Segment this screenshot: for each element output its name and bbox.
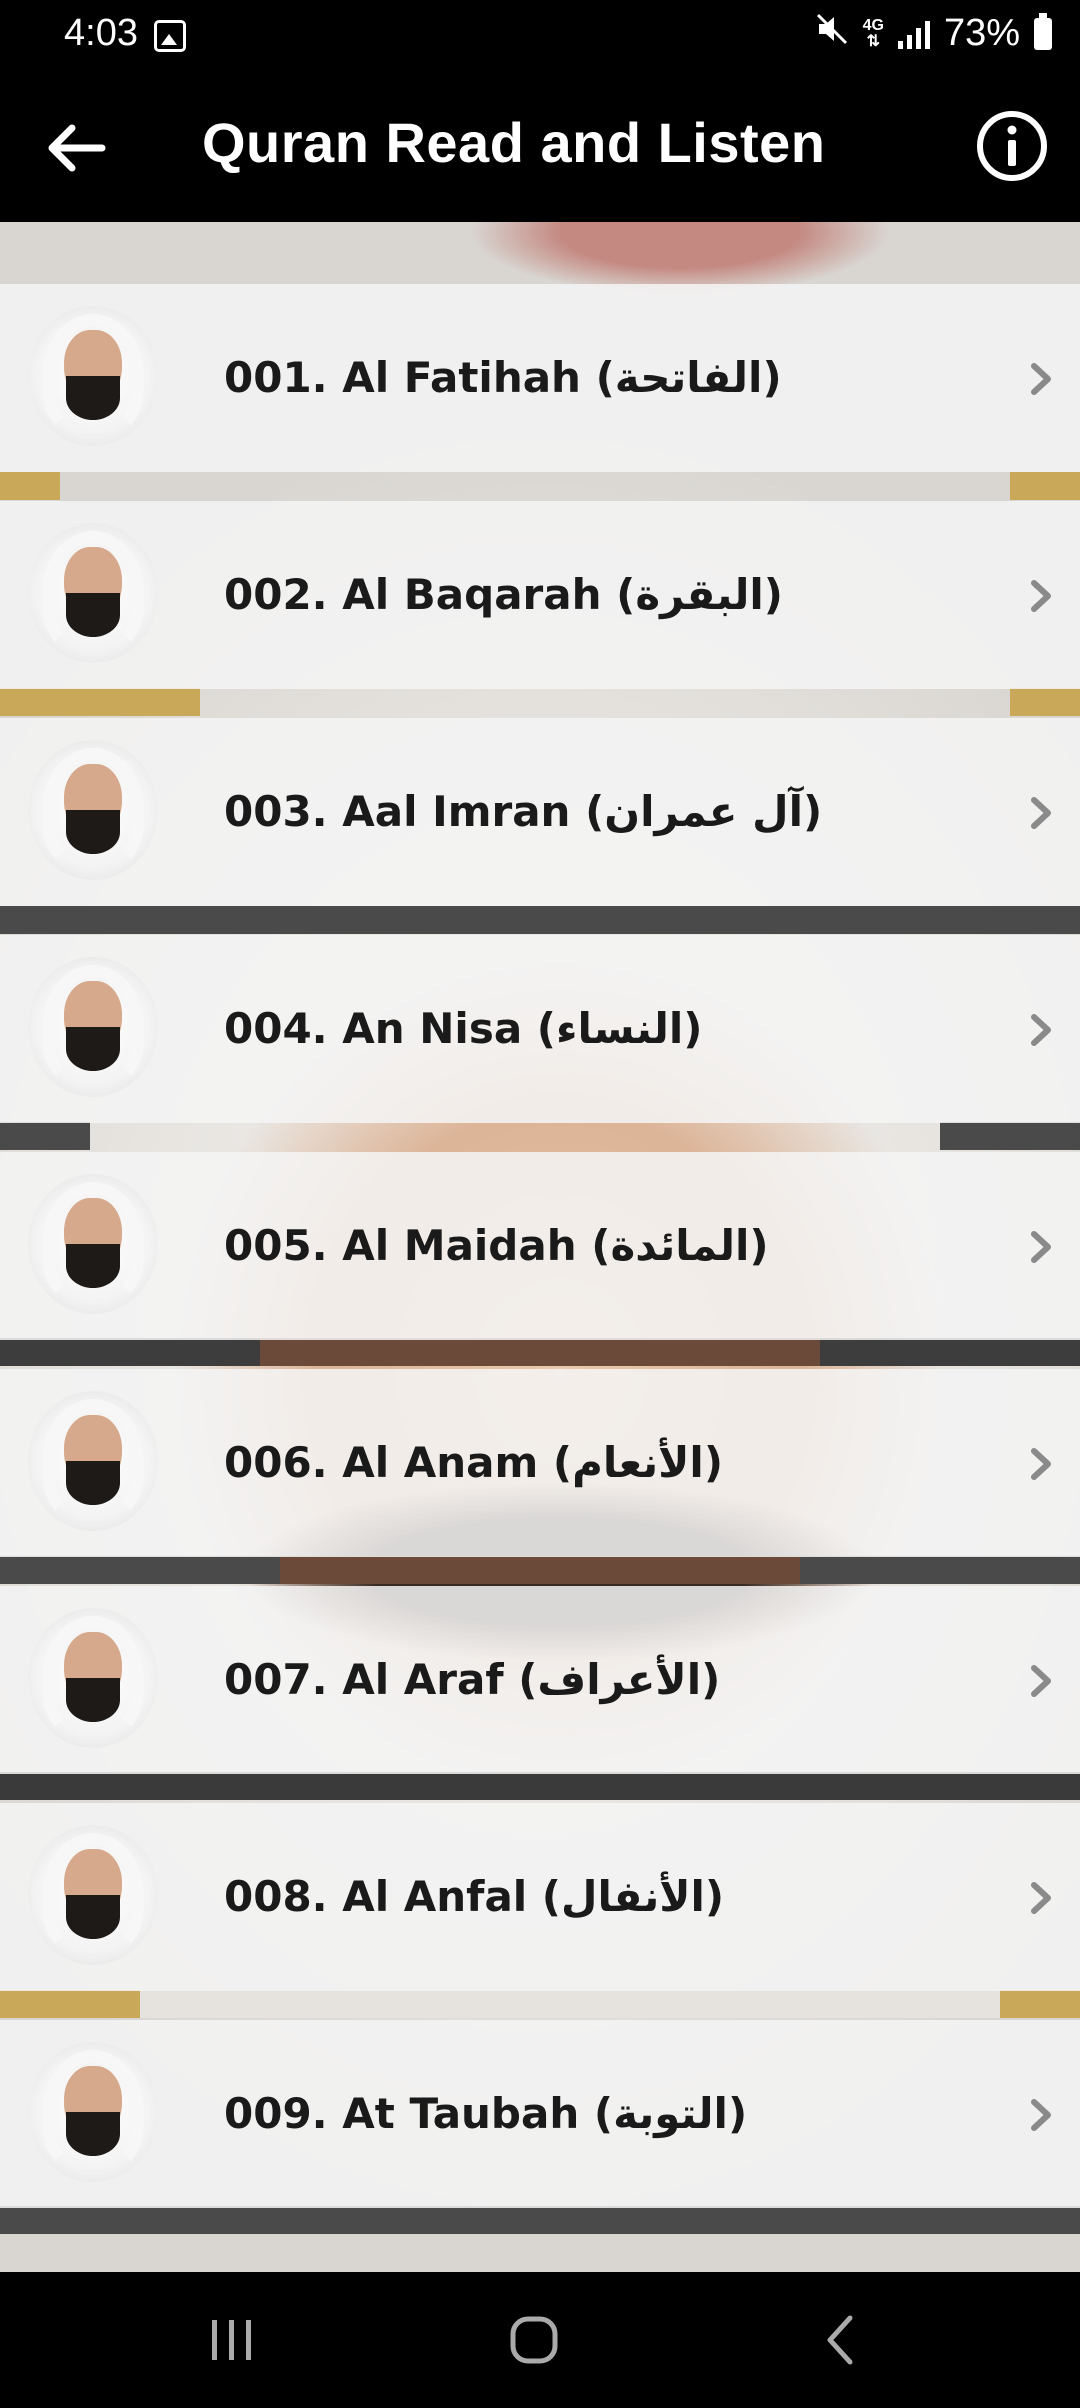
status-indicators: 4G ⇅ 73%: [815, 12, 1052, 55]
system-nav-bar: [0, 2272, 1080, 2408]
surah-list-item[interactable]: 005. Al Maidah (المائدة): [0, 1152, 1080, 1340]
chevron-right-icon: [1024, 577, 1058, 615]
surah-list-item[interactable]: 009. At Taubah (التوبة): [0, 2020, 1080, 2208]
reciter-avatar: [28, 957, 158, 1097]
home-button[interactable]: [494, 2308, 574, 2372]
page-title: Quran Read and Listen: [202, 111, 826, 174]
reciter-avatar: [28, 2042, 158, 2182]
surah-label: 006. Al Anam (الأنعام): [224, 1438, 724, 1487]
chevron-right-icon: [1024, 2096, 1058, 2134]
recent-apps-button[interactable]: [192, 2308, 272, 2372]
reciter-avatar: [28, 1825, 158, 1965]
surah-label: 005. Al Maidah (المائدة): [224, 1221, 769, 1270]
app-bar: Quran Read and Listen: [0, 72, 1080, 222]
chevron-right-icon: [1024, 360, 1058, 398]
surah-list-item[interactable]: 004. An Nisa (النساء): [0, 935, 1080, 1123]
chevron-right-icon: [1024, 1228, 1058, 1266]
background-strip: [0, 1772, 1080, 1800]
chevron-right-icon: [1024, 1879, 1058, 1917]
chevron-right-icon: [1024, 1445, 1058, 1483]
surah-list-item[interactable]: 003. Aal Imran (آل عمران): [0, 718, 1080, 906]
chevron-right-icon: [1024, 1011, 1058, 1049]
network-type: 4G: [862, 16, 884, 34]
back-button[interactable]: [40, 112, 112, 184]
reciter-avatar: [28, 740, 158, 880]
battery-percent: 73%: [943, 12, 1020, 54]
reciter-avatar: [28, 1174, 158, 1314]
surah-label: 007. Al Araf (الأعراف): [224, 1655, 721, 1704]
surah-list: 001. Al Fatihah (الفاتحة) 002. Al Baqarah…: [0, 222, 1080, 2272]
status-time: 4:03: [64, 12, 138, 54]
reciter-avatar: [28, 1391, 158, 1531]
background-strip: [0, 906, 1080, 934]
reciter-avatar: [28, 523, 158, 663]
reciter-avatar: [28, 1608, 158, 1748]
background-strip: [0, 1122, 1080, 1150]
chevron-right-icon: [1024, 1662, 1058, 1700]
info-button[interactable]: [974, 108, 1050, 184]
surah-label: 003. Aal Imran (آل عمران): [224, 787, 823, 836]
background-strip: [0, 1990, 1080, 2018]
mute-icon: [815, 12, 849, 55]
system-back-button[interactable]: [800, 2308, 880, 2372]
gallery-icon: [154, 20, 186, 52]
recent-apps-icon: [212, 2320, 251, 2360]
back-icon: [827, 2315, 853, 2365]
background-strip: [0, 2206, 1080, 2234]
surah-label: 004. An Nisa (النساء): [224, 1004, 703, 1053]
surah-label: 001. Al Fatihah (الفاتحة): [224, 353, 782, 402]
signal-icon: [897, 19, 930, 49]
surah-list-item[interactable]: 001. Al Fatihah (الفاتحة): [0, 284, 1080, 472]
reciter-avatar: [28, 306, 158, 446]
background-strip: [0, 1556, 1080, 1584]
surah-list-item[interactable]: 008. Al Anfal (الأنفال): [0, 1803, 1080, 1991]
surah-list-item[interactable]: 007. Al Araf (الأعراف): [0, 1586, 1080, 1774]
background-strip: [0, 688, 1080, 716]
surah-label: 002. Al Baqarah (البقرة): [224, 570, 783, 619]
arrow-left-icon: [48, 124, 106, 172]
chevron-right-icon: [1024, 794, 1058, 832]
background-strip: [0, 1338, 1080, 1366]
battery-icon: [1034, 12, 1052, 50]
surah-list-item[interactable]: 002. Al Baqarah (البقرة): [0, 501, 1080, 689]
info-icon: [977, 111, 1047, 181]
network-type-icon: 4G ⇅: [862, 16, 884, 50]
surah-label: 008. Al Anfal (الأنفال): [224, 1872, 725, 1921]
background-strip: [0, 472, 1080, 500]
surah-label: 009. At Taubah (التوبة): [224, 2089, 748, 2138]
status-bar: 4:03 4G ⇅ 73%: [0, 0, 1080, 72]
home-icon: [510, 2316, 558, 2364]
surah-list-item[interactable]: 006. Al Anam (الأنعام): [0, 1369, 1080, 1557]
